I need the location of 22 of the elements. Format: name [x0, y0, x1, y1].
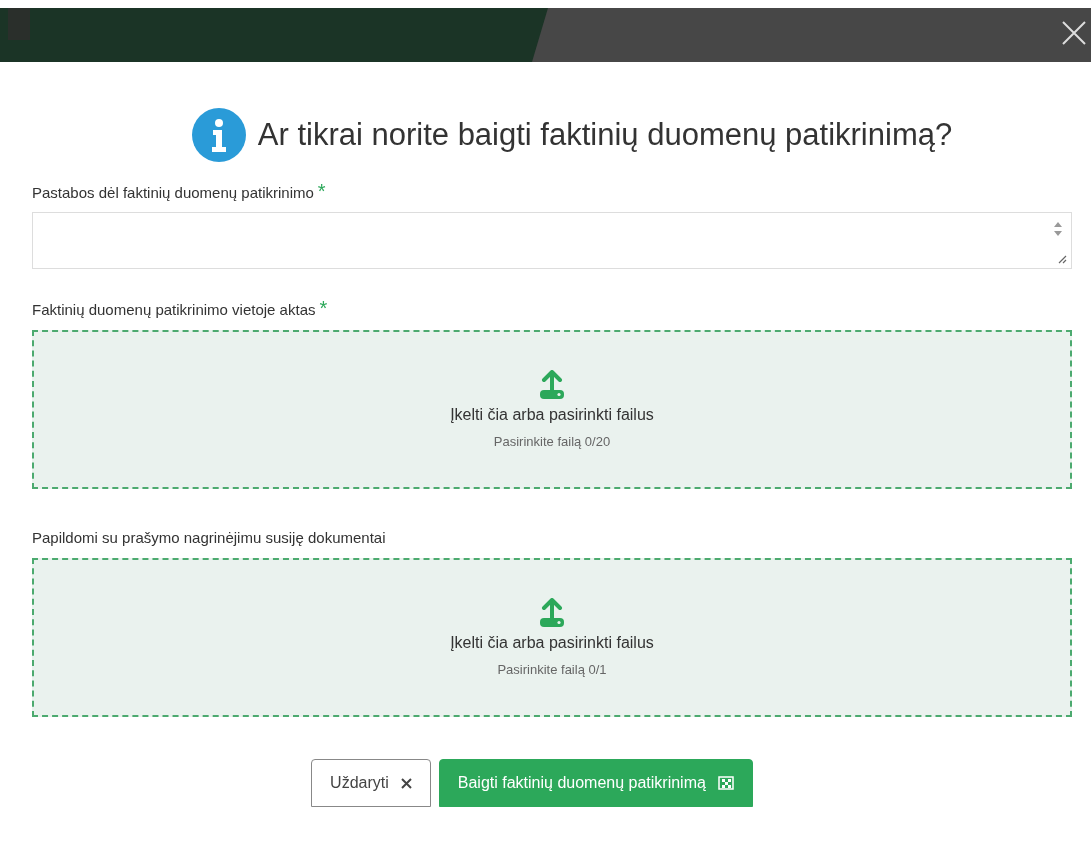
required-mark: *: [317, 184, 326, 198]
resize-grip-icon: [1057, 254, 1067, 264]
info-icon: [191, 108, 246, 162]
dialog-title: Ar tikrai norite baigti faktinių duomenų patikrinimą?: [257, 117, 953, 153]
file-count: Pasirinkite failą 0/1: [497, 662, 607, 677]
flag-icon: [717, 776, 734, 790]
file-dropzone[interactable]: Įkelti čia arba pasirinkti failus Pasirinkite failą 0/1: [32, 558, 1072, 717]
close-icon: [400, 777, 412, 789]
file-count: Pasirinkite failą 0/20: [493, 434, 611, 449]
required-mark: *: [319, 301, 328, 315]
spinner-icon: [1053, 221, 1063, 237]
cancel-button[interactable]: Uždaryti: [311, 759, 431, 807]
upload-icon: [538, 370, 566, 400]
upload-icon: [538, 598, 566, 628]
field-label: Faktinių duomenų patikrinimo vietoje aktas: [32, 301, 316, 318]
comment-field[interactable]: [32, 212, 1072, 269]
dropzone-prompt: Įkelti čia arba pasirinkti failus: [450, 634, 654, 652]
file-dropzone[interactable]: Įkelti čia arba pasirinkti failus Pasirinkite failą 0/20: [32, 330, 1072, 489]
field-label: Pastabos dėl faktinių duomenų patikrinimo: [32, 184, 314, 201]
logo-block: [8, 8, 30, 40]
field-label: Papildomi su prašymo nagrinėjimu susiję dokumentai: [32, 529, 386, 546]
dropzone-prompt: Įkelti čia arba pasirinkti failus: [450, 406, 654, 424]
